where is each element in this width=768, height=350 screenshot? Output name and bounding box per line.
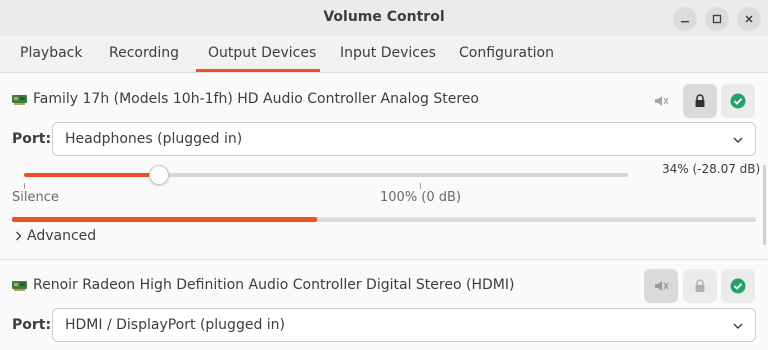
port-value: Headphones (plugged in) [65,131,243,147]
port-label: Port: [12,131,52,147]
device-name: Family 17h (Models 10h-1fh) HD Audio Con… [33,91,479,107]
scrollbar[interactable] [763,165,766,245]
port-dropdown[interactable]: HDMI / DisplayPort (plugged in) [52,308,756,342]
device-divider [0,259,768,260]
volume-slider-fill [24,173,159,177]
lock-channels-toggle[interactable] [683,269,717,303]
tab-output-devices[interactable]: Output Devices [208,45,316,61]
volume-slider-handle[interactable] [148,165,169,185]
sound-card-icon [12,281,27,291]
set-default-toggle[interactable] [721,269,755,303]
chevron-right-icon [16,231,22,241]
speaker-muted-icon [655,281,669,291]
mute-toggle[interactable] [644,269,678,303]
maximize-button[interactable] [705,7,729,31]
check-circle-icon [730,93,746,109]
scale-tick-silence [24,183,25,189]
port-label: Port: [12,317,52,333]
minimize-icon [681,21,689,23]
chevron-down-icon [733,323,743,329]
volume-readout: 34% (-28.07 dB) [662,162,761,176]
speaker-muted-icon [655,96,669,106]
close-icon [745,15,753,23]
tab-playback[interactable]: Playback [20,45,82,61]
set-default-toggle[interactable] [721,84,755,118]
volume-slider[interactable] [24,173,628,177]
device-name: Renoir Radeon High Definition Audio Cont… [33,277,515,293]
tab-bar: Playback Recording Output Devices Input … [0,36,768,73]
output-devices-list: Family 17h (Models 10h-1fh) HD Audio Con… [0,73,768,350]
port-dropdown[interactable]: Headphones (plugged in) [52,122,756,156]
peak-level-fill [12,217,318,222]
maximize-icon [712,14,722,24]
peak-level-meter [12,217,756,222]
chevron-down-icon [733,137,743,143]
minimize-button[interactable] [673,7,697,31]
scale-label-silence: Silence [12,190,59,205]
tab-configuration[interactable]: Configuration [459,45,554,61]
sound-card-icon [12,95,27,105]
scale-tick-100 [420,183,421,189]
scale-label-100: 100% (0 dB) [380,190,462,205]
lock-icon [695,279,705,292]
check-circle-icon [730,278,746,294]
tab-input-devices[interactable]: Input Devices [340,45,436,61]
lock-icon [695,94,705,107]
advanced-expander[interactable]: Advanced [14,228,96,244]
window-title: Volume Control [323,9,445,25]
active-tab-indicator [196,69,320,72]
mute-toggle[interactable] [644,84,678,118]
lock-channels-toggle[interactable] [683,84,717,118]
title-bar: Volume Control [0,0,768,36]
port-value: HDMI / DisplayPort (plugged in) [65,317,286,333]
close-button[interactable] [737,7,761,31]
tab-recording[interactable]: Recording [109,45,179,61]
advanced-label: Advanced [27,228,97,244]
